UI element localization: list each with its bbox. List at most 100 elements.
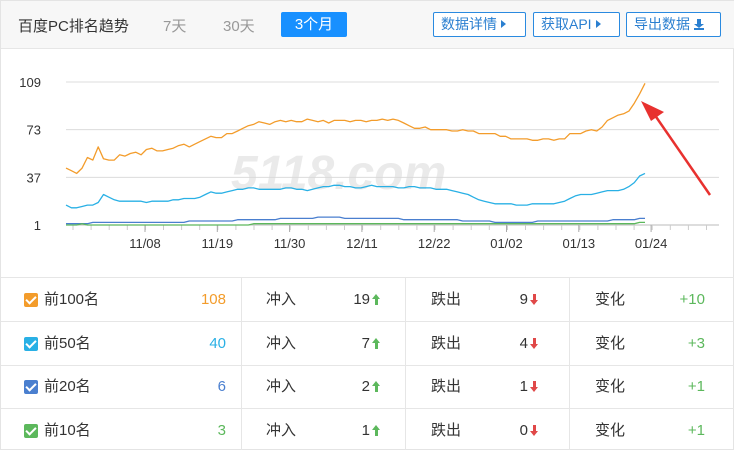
rise-value: 2	[331, 365, 381, 409]
arrow-down-icon	[530, 381, 539, 392]
y-tick-label: 1	[34, 218, 41, 233]
fall-value: 9	[501, 278, 539, 322]
y-tick-label: 73	[27, 123, 41, 138]
fall-label: 跌出	[431, 378, 462, 395]
rise-count: 1	[361, 421, 370, 439]
rise-label: 冲入	[266, 334, 297, 352]
caret-right-icon	[595, 20, 601, 28]
export-data-button[interactable]: 导出数据	[626, 12, 721, 37]
data-detail-button[interactable]: 数据详情	[433, 12, 526, 37]
cell-divider	[241, 278, 242, 322]
range-7d-tab[interactable]: 7天	[163, 15, 186, 36]
table-row: 前100名 108 冲入 19 跌出 9 变化 +10	[1, 278, 734, 322]
cell-divider	[405, 278, 406, 322]
change-value: +1	[687, 378, 705, 395]
arrow-down-icon	[530, 337, 539, 349]
rank-range-label: 前50名	[44, 334, 91, 352]
fall-label: 跌出	[431, 421, 462, 439]
x-tick-label: 11/30	[274, 236, 306, 251]
fall-count: 9	[519, 291, 528, 308]
rank-range-label: 前10名	[44, 421, 91, 439]
rise-value: 1	[331, 409, 381, 450]
rise-count: 2	[361, 378, 370, 395]
x-tick-label: 01/02	[490, 236, 523, 251]
cell-divider	[569, 278, 570, 322]
export-data-label: 导出数据	[634, 16, 690, 32]
rank-count: 3	[217, 421, 226, 439]
fall-value: 0	[501, 409, 539, 450]
caret-right-icon	[501, 20, 506, 28]
series-checkbox[interactable]	[24, 336, 38, 351]
trend-chart-svg: 109 73 37 1 5118.com 11/08 11/19 11/30 12/11 12/2…	[19, 75, 719, 251]
rise-count: 19	[353, 291, 370, 308]
rise-label: 冲入	[266, 378, 297, 395]
rank-range-label: 前20名	[44, 378, 91, 395]
fall-label: 跌出	[431, 334, 462, 352]
y-tick-label: 109	[19, 75, 41, 90]
series-checkbox[interactable]	[24, 293, 38, 307]
change-value: +3	[687, 334, 705, 352]
rise-label: 冲入	[266, 291, 297, 308]
rank-count: 40	[209, 334, 226, 352]
download-icon	[694, 19, 704, 30]
arrow-up-icon	[372, 381, 381, 392]
get-api-button[interactable]: 获取API	[533, 12, 620, 37]
rank-range-label: 前100名	[44, 291, 100, 308]
x-tick-label: 11/19	[202, 236, 234, 251]
get-api-label: 获取API	[541, 16, 592, 32]
fall-count: 0	[519, 421, 528, 439]
change-label: 变化	[595, 378, 626, 395]
change-label: 变化	[595, 421, 626, 439]
series-line-3	[66, 216, 645, 225]
fall-count: 1	[519, 378, 528, 395]
rise-value: 7	[331, 322, 381, 366]
rank-count: 108	[200, 291, 226, 308]
cell-divider	[241, 321, 242, 366]
table-row: 前20名 6 冲入 2 跌出 1 变化 +1	[1, 365, 734, 409]
cell-divider	[569, 365, 570, 409]
arrow-down-icon	[530, 424, 539, 436]
rise-count: 7	[361, 334, 370, 352]
table-row: 前50名 40 冲入 7 跌出 4 变化 +3	[1, 321, 734, 366]
rise-value: 19	[331, 278, 381, 322]
x-tick-label: 12/22	[418, 236, 451, 251]
arrow-up-icon	[372, 424, 381, 436]
series-checkbox[interactable]	[24, 423, 38, 438]
rise-label: 冲入	[266, 421, 297, 439]
arrow-down-icon	[530, 294, 539, 305]
change-value: +10	[679, 291, 705, 308]
cell-divider	[405, 365, 406, 409]
cell-divider	[405, 408, 406, 450]
cell-divider	[569, 321, 570, 366]
range-3m-tab[interactable]: 3个月	[281, 12, 347, 37]
table-row: 前10名 3 冲入 1 跌出 0 变化 +1	[1, 408, 734, 450]
rank-count: 6	[217, 378, 226, 395]
panel-title: 百度PC排名趋势	[18, 18, 129, 35]
cell-divider	[569, 408, 570, 450]
watermark-text: 5118.com	[231, 147, 446, 200]
series-checkbox[interactable]	[24, 380, 38, 394]
cell-divider	[405, 321, 406, 366]
annotation-arrow-head	[641, 101, 664, 121]
arrow-up-icon	[372, 337, 381, 349]
trend-chart: 109 73 37 1 5118.com 11/08 11/19 11/30 12/11 12/2…	[1, 49, 734, 275]
arrow-up-icon	[372, 294, 381, 305]
trend-panel: 百度PC排名趋势 7天 30天 3个月 数据详情 获取API 导出数据 109 7…	[0, 0, 734, 450]
fall-value: 1	[501, 365, 539, 409]
change-label: 变化	[595, 334, 626, 352]
cell-divider	[241, 365, 242, 409]
annotation-arrow-shaft	[650, 110, 712, 196]
panel-header: 百度PC排名趋势 7天 30天 3个月 数据详情 获取API 导出数据	[1, 1, 734, 49]
y-tick-label: 37	[27, 170, 41, 185]
range-30d-tab[interactable]: 30天	[223, 15, 255, 36]
x-tick-label: 01/13	[563, 236, 596, 251]
fall-value: 4	[501, 322, 539, 366]
rank-summary-table: 前100名 108 冲入 19 跌出 9 变化 +10 前50名 40 冲入 7 跌出 4 变化 +3 前20名…	[1, 277, 734, 450]
x-tick-label: 01/24	[635, 236, 668, 251]
change-label: 变化	[595, 291, 626, 308]
data-detail-label: 数据详情	[441, 16, 497, 32]
fall-label: 跌出	[431, 291, 462, 308]
x-tick-label: 12/11	[346, 236, 378, 251]
cell-divider	[241, 408, 242, 450]
fall-count: 4	[519, 334, 528, 352]
